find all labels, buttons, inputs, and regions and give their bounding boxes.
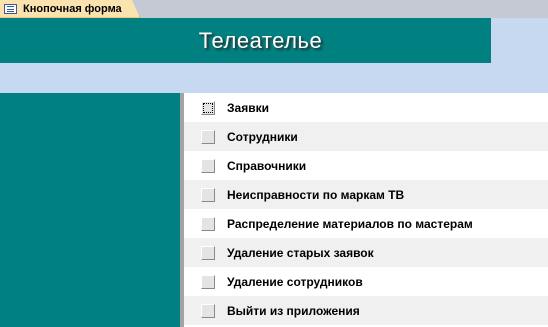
menu-button-requests[interactable] bbox=[201, 100, 215, 115]
menu-item-label: Заявки bbox=[227, 100, 269, 115]
tab-switchboard-form[interactable]: Кнопочная форма bbox=[0, 0, 140, 18]
menu-button-references[interactable] bbox=[201, 158, 215, 173]
menu-item-delete-employees[interactable]: Удаление сотрудников bbox=[184, 267, 548, 296]
menu-item-label: Распределение материалов по мастерам bbox=[227, 216, 473, 231]
menu-item-label: Выйти из приложения bbox=[227, 303, 360, 318]
menu-button-delete-employees[interactable] bbox=[201, 274, 215, 289]
menu-item-delete-old-requests[interactable]: Удаление старых заявок bbox=[184, 238, 548, 267]
menu-button-materials-by-master[interactable] bbox=[201, 216, 215, 231]
form-icon bbox=[4, 3, 17, 14]
menu-item-label: Сотрудники bbox=[227, 129, 298, 144]
tab-label: Кнопочная форма bbox=[23, 2, 122, 15]
menu-item-employees[interactable]: Сотрудники bbox=[184, 122, 548, 151]
menu-button-delete-old-requests[interactable] bbox=[201, 245, 215, 260]
menu-button-faults-by-tv-brand[interactable] bbox=[201, 187, 215, 202]
menu-item-references[interactable]: Справочники bbox=[184, 151, 548, 180]
menu-item-exit-application[interactable]: Выйти из приложения bbox=[184, 296, 548, 325]
menu-item-materials-by-master[interactable]: Распределение материалов по мастерам bbox=[184, 209, 548, 238]
menu-item-faults-by-tv-brand[interactable]: Неисправности по маркам ТВ bbox=[184, 180, 548, 209]
switchboard-menu: Заявки Сотрудники Справочники Неисправно… bbox=[184, 93, 548, 327]
menu-item-requests[interactable]: Заявки bbox=[184, 93, 548, 122]
menu-button-employees[interactable] bbox=[201, 129, 215, 144]
document-tab-strip: Кнопочная форма bbox=[0, 0, 548, 18]
menu-item-label: Неисправности по маркам ТВ bbox=[227, 187, 405, 202]
menu-item-label: Справочники bbox=[227, 158, 307, 173]
menu-item-label: Удаление сотрудников bbox=[227, 274, 363, 289]
menu-button-exit-application[interactable] bbox=[201, 303, 215, 318]
left-panel bbox=[0, 93, 180, 327]
menu-item-label: Удаление старых заявок bbox=[227, 245, 374, 260]
page-title: Телеателье bbox=[198, 27, 323, 53]
title-bar: Телеателье bbox=[0, 18, 491, 63]
